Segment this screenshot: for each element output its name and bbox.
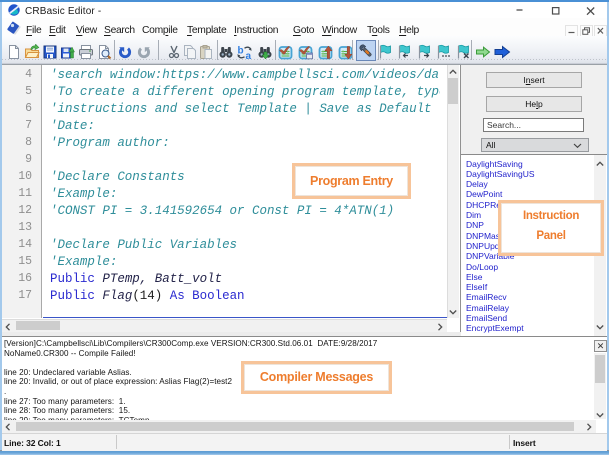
svg-text:a: a (246, 51, 252, 60)
